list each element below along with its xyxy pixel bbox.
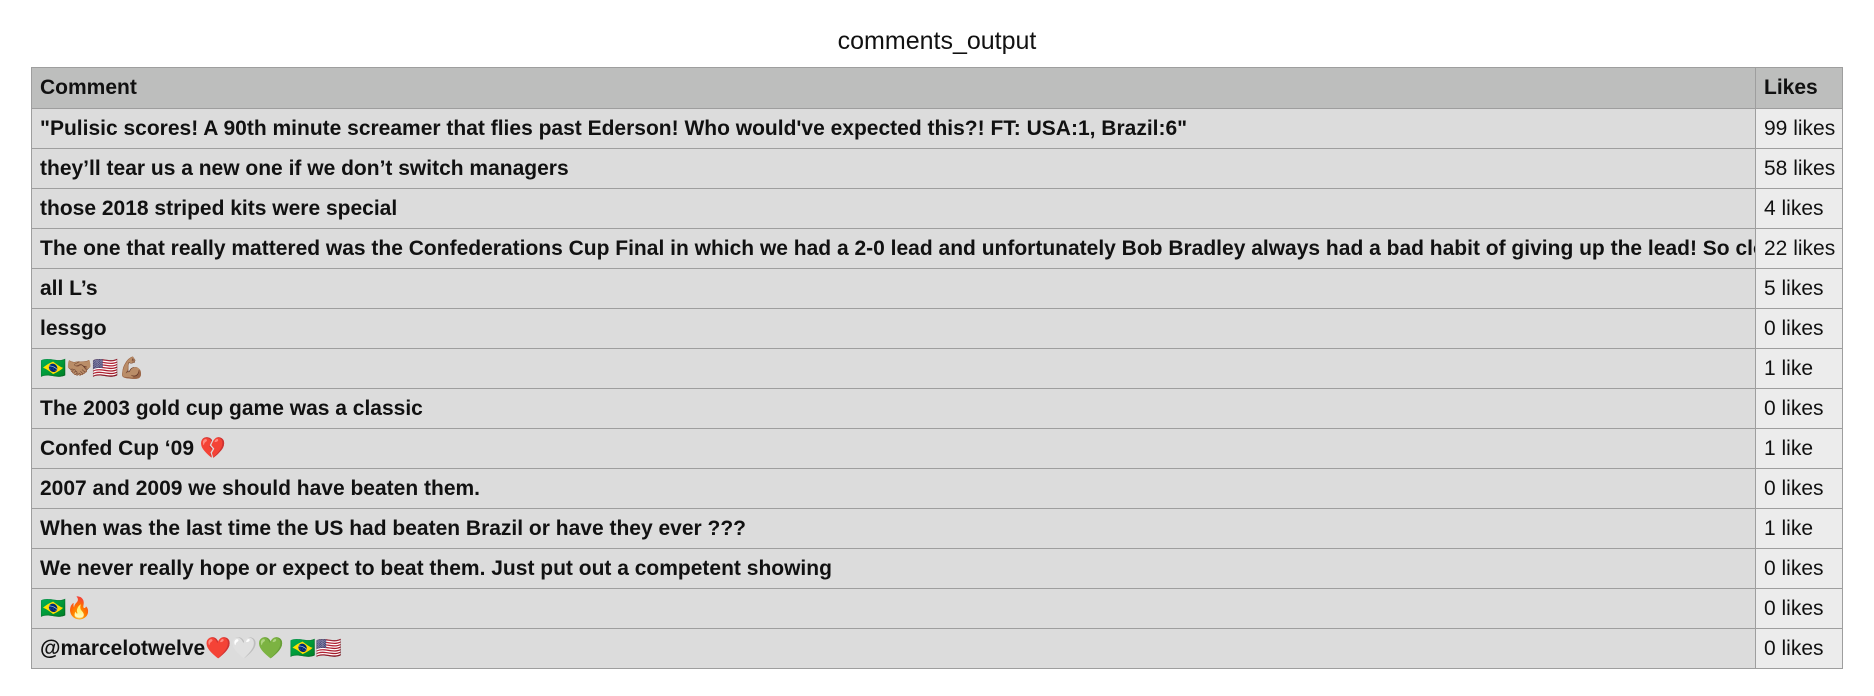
comment-cell: The one that really mattered was the Con… — [31, 228, 1756, 269]
likes-cell: 99 likes — [1755, 108, 1843, 149]
table-body: "Pulisic scores! A 90th minute screamer … — [31, 108, 1843, 669]
table-row: 🇧🇷🔥 0 likes — [31, 588, 1843, 629]
comment-cell: Confed Cup ‘09 💔 — [31, 428, 1756, 469]
comment-cell: 2007 and 2009 we should have beaten them… — [31, 468, 1756, 509]
table-row: they’ll tear us a new one if we don’t sw… — [31, 148, 1843, 189]
likes-column-header: Likes — [1755, 67, 1843, 109]
comment-cell: The 2003 gold cup game was a classic — [31, 388, 1756, 429]
table-row: @marcelotwelve❤️🤍💚 🇧🇷🇺🇸 0 likes — [31, 628, 1843, 669]
page-title: comments_output — [837, 27, 1037, 55]
table-row: 🇧🇷🤝🏽🇺🇸💪🏽 1 like — [31, 348, 1843, 389]
likes-cell: 22 likes — [1755, 228, 1843, 269]
likes-cell: 1 like — [1755, 348, 1843, 389]
likes-cell: 0 likes — [1755, 388, 1843, 429]
likes-cell: 5 likes — [1755, 268, 1843, 309]
comment-column-header: Comment — [31, 67, 1756, 109]
likes-cell: 0 likes — [1755, 628, 1843, 669]
comment-cell: When was the last time the US had beaten… — [31, 508, 1756, 549]
table-row: When was the last time the US had beaten… — [31, 508, 1843, 549]
table-row: The one that really mattered was the Con… — [31, 228, 1843, 269]
table-row: We never really hope or expect to beat t… — [31, 548, 1843, 589]
comment-cell: those 2018 striped kits were special — [31, 188, 1756, 229]
table-row: 2007 and 2009 we should have beaten them… — [31, 468, 1843, 509]
likes-cell: 0 likes — [1755, 308, 1843, 349]
table-row: all L’s 5 likes — [31, 268, 1843, 309]
comment-cell: 🇧🇷🤝🏽🇺🇸💪🏽 — [31, 348, 1756, 389]
likes-cell: 0 likes — [1755, 548, 1843, 589]
comment-cell: lessgo — [31, 308, 1756, 349]
table-row: Confed Cup ‘09 💔 1 like — [31, 428, 1843, 469]
likes-cell: 58 likes — [1755, 148, 1843, 189]
table-row: "Pulisic scores! A 90th minute screamer … — [31, 108, 1843, 149]
comment-cell: they’ll tear us a new one if we don’t sw… — [31, 148, 1756, 189]
comment-cell: 🇧🇷🔥 — [31, 588, 1756, 629]
comments-table: Comment Likes "Pulisic scores! A 90th mi… — [31, 67, 1843, 669]
likes-cell: 4 likes — [1755, 188, 1843, 229]
comment-cell: "Pulisic scores! A 90th minute screamer … — [31, 108, 1756, 149]
likes-cell: 0 likes — [1755, 588, 1843, 629]
table-header-row: Comment Likes — [31, 67, 1843, 109]
table-row: those 2018 striped kits were special 4 l… — [31, 188, 1843, 229]
comment-cell: all L’s — [31, 268, 1756, 309]
likes-cell: 0 likes — [1755, 468, 1843, 509]
table-row: lessgo 0 likes — [31, 308, 1843, 349]
comment-cell: We never really hope or expect to beat t… — [31, 548, 1756, 589]
likes-cell: 1 like — [1755, 508, 1843, 549]
comment-cell: @marcelotwelve❤️🤍💚 🇧🇷🇺🇸 — [31, 628, 1756, 669]
table-row: The 2003 gold cup game was a classic 0 l… — [31, 388, 1843, 429]
likes-cell: 1 like — [1755, 428, 1843, 469]
